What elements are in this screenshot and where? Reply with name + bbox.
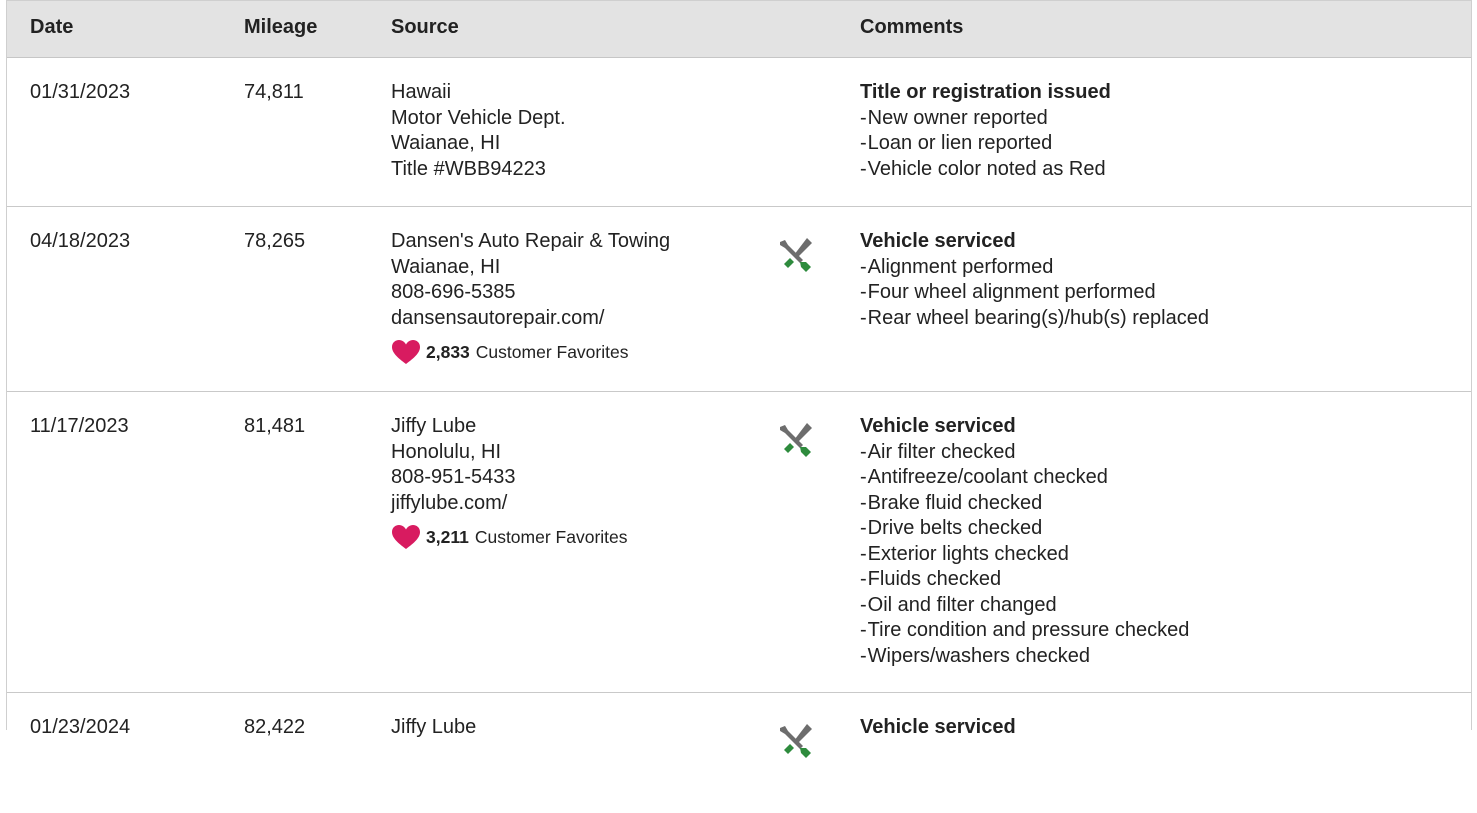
comment-item: Tire condition and pressure checked: [860, 618, 1190, 644]
record-source: Hawaii Motor Vehicle Dept. Waianae, HI T…: [391, 80, 566, 182]
comment-title: Title or registration issued: [860, 81, 1111, 103]
heart-icon: [392, 525, 420, 549]
comment-item: Wipers/washers checked: [860, 644, 1189, 670]
record-source: Jiffy Lube: [391, 715, 476, 741]
customer-favorites: 3,211 Customer Favorites: [391, 524, 628, 550]
header-comments: Comments: [860, 16, 964, 38]
table-row: 04/18/2023 78,265 Dansen's Auto Repair &…: [7, 207, 1471, 392]
source-line: Dansen's Auto Repair & Towing: [391, 230, 671, 252]
record-date: 11/17/2023: [30, 415, 129, 437]
record-date: 01/23/2024: [30, 716, 131, 738]
comment-item: Vehicle color noted as Red: [860, 157, 1111, 183]
record-source: Dansen's Auto Repair & Towing Waianae, H…: [391, 229, 670, 365]
favorites-label: Customer Favorites: [475, 342, 629, 362]
record-comments: Title or registration issued New owner r…: [860, 80, 1111, 182]
service-tools-icon: [773, 719, 817, 768]
customer-favorites: 2,833 Customer Favorites: [391, 339, 670, 365]
comment-item: Oil and filter changed: [860, 593, 1189, 619]
record-source: Jiffy Lube Honolulu, HI 808-951-5433 jif…: [391, 414, 628, 550]
source-line: Waianae, HI: [391, 132, 501, 154]
favorites-count: 2,833: [426, 342, 470, 362]
record-comments: Vehicle serviced Alignment performed Fou…: [860, 229, 1209, 331]
comment-item: Rear wheel bearing(s)/hub(s) replaced: [860, 306, 1209, 332]
heart-icon: [392, 340, 420, 364]
comment-item: Brake fluid checked: [860, 491, 1189, 517]
favorites-count: 3,211: [426, 527, 469, 547]
comment-item: Exterior lights checked: [860, 542, 1189, 568]
comment-item: Antifreeze/coolant checked: [860, 465, 1189, 491]
header-date: Date: [30, 16, 74, 38]
source-line: Title #WBB94223: [391, 157, 546, 180]
record-comments: Vehicle serviced: [860, 715, 1016, 741]
comment-item: Loan or lien reported: [860, 131, 1111, 157]
table-header: Date Mileage Source Comments: [7, 0, 1471, 58]
source-line: Honolulu, HI: [391, 440, 502, 463]
comment-title: Vehicle serviced: [860, 716, 1016, 738]
service-history-table: Date Mileage Source Comments 01/31/2023 …: [6, 0, 1472, 758]
table-row: 01/31/2023 74,811 Hawaii Motor Vehicle D…: [7, 58, 1471, 207]
comment-title: Vehicle serviced: [860, 415, 1016, 437]
record-comments: Vehicle serviced Air filter checked Anti…: [860, 414, 1189, 669]
table-row: 01/23/2024 82,422 Jiffy Lube Vehicle ser…: [7, 693, 1471, 813]
record-mileage: 81,481: [244, 415, 306, 437]
record-mileage: 74,811: [244, 81, 304, 103]
record-date: 01/31/2023: [30, 81, 131, 103]
source-line: Motor Vehicle Dept.: [391, 106, 566, 129]
record-mileage: 78,265: [244, 230, 306, 252]
record-mileage: 82,422: [244, 716, 306, 738]
source-line: Jiffy Lube: [391, 415, 477, 437]
source-line[interactable]: dansensautorepair.com/: [391, 306, 670, 332]
comment-item: New owner reported: [860, 106, 1111, 132]
source-line: Hawaii: [391, 81, 452, 103]
header-source: Source: [391, 16, 459, 38]
comment-item: Air filter checked: [860, 440, 1189, 466]
service-tools-icon: [773, 418, 817, 467]
source-line: Jiffy Lube: [391, 716, 477, 738]
comment-item: Four wheel alignment performed: [860, 280, 1209, 306]
comment-item: Drive belts checked: [860, 516, 1189, 542]
header-mileage: Mileage: [244, 16, 318, 38]
comment-title: Vehicle serviced: [860, 230, 1016, 252]
record-date: 04/18/2023: [30, 230, 131, 252]
source-line[interactable]: jiffylube.com/: [391, 491, 628, 517]
source-line: Waianae, HI: [391, 255, 501, 278]
table-row: 11/17/2023 81,481 Jiffy Lube Honolulu, H…: [7, 392, 1471, 693]
comment-item: Fluids checked: [860, 567, 1189, 593]
comment-item: Alignment performed: [860, 255, 1209, 281]
favorites-label: Customer Favorites: [474, 527, 628, 547]
source-line[interactable]: 808-951-5433: [391, 465, 628, 491]
service-tools-icon: [773, 233, 817, 282]
source-line[interactable]: 808-696-5385: [391, 280, 670, 306]
